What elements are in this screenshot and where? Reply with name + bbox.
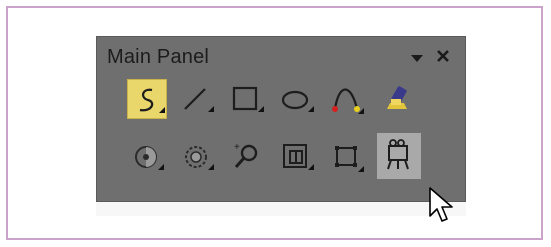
rectangle-tool[interactable]	[227, 79, 267, 119]
transform-icon	[335, 146, 364, 172]
main-panel: Main Panel +	[96, 36, 466, 202]
transform-tool[interactable]	[327, 137, 367, 177]
color-tool[interactable]	[127, 137, 167, 177]
freehand-select-tool[interactable]	[127, 79, 167, 119]
paint-bucket-icon	[387, 86, 407, 109]
freehand-lasso-icon	[139, 88, 165, 113]
zoom-tool[interactable]: +	[227, 137, 267, 177]
crop-icon	[283, 144, 314, 170]
line-tool[interactable]	[177, 79, 217, 119]
color-mask-icon	[135, 146, 164, 170]
adjust-tool[interactable]	[177, 137, 217, 177]
svg-text:+: +	[234, 142, 240, 153]
ellipse-tool[interactable]	[277, 79, 317, 119]
bezier-curve-icon	[332, 88, 364, 114]
camera-tool[interactable]	[377, 133, 421, 179]
camera-icon	[387, 139, 409, 170]
panel-close-button[interactable]	[433, 46, 453, 66]
adjust-mask-icon	[185, 146, 214, 170]
zoom-icon: +	[234, 142, 258, 168]
paint-tool[interactable]	[377, 79, 417, 119]
panel-title: Main Panel	[107, 46, 210, 68]
dropdown-arrow-icon	[411, 55, 423, 62]
close-icon	[437, 50, 449, 62]
panel-header: Main Panel	[97, 37, 465, 79]
panel-menu-button[interactable]	[407, 46, 427, 66]
rectangle-icon	[232, 86, 264, 112]
ellipse-icon	[281, 90, 314, 112]
line-icon	[184, 88, 214, 112]
mouse-cursor-icon	[429, 187, 453, 222]
crop-tool[interactable]	[277, 137, 317, 177]
curve-tool[interactable]	[327, 79, 367, 119]
panel-bottom-strip	[96, 202, 466, 216]
